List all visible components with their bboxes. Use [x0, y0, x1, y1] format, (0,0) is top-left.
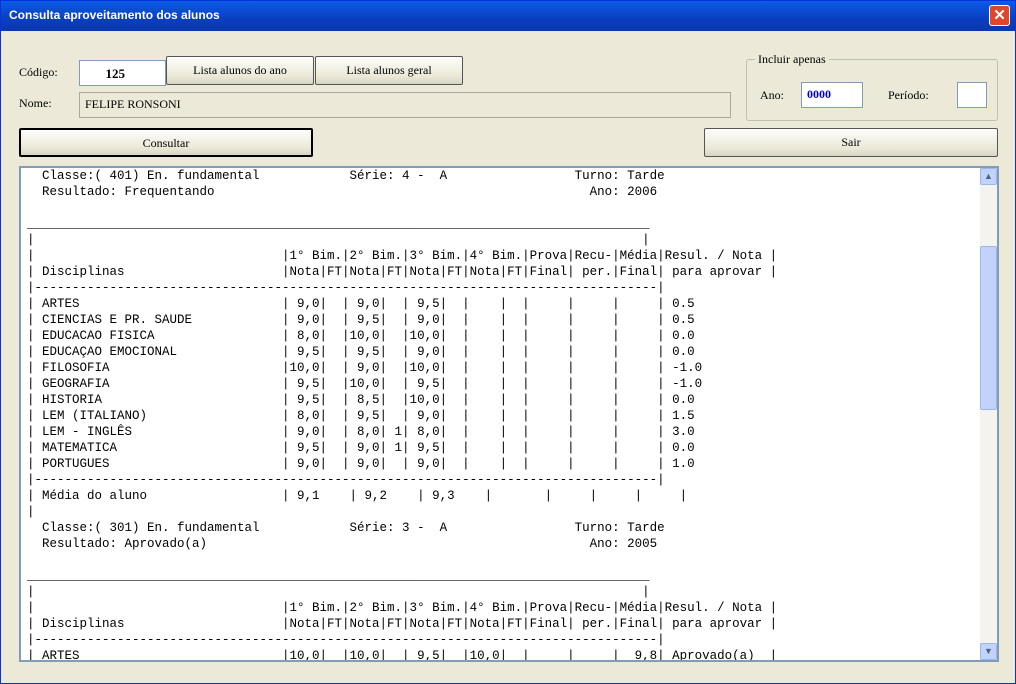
vertical-scrollbar[interactable]: ▲ ▼: [980, 168, 997, 660]
incluir-apenas-title: Incluir apenas: [755, 52, 829, 67]
report-line: | |1° Bim.|2° Bim.|3° Bim.|4° Bim.|Prova…: [27, 249, 778, 263]
report-line: | ARTES |10,0| |10,0| | 9,5| |10,0| | | …: [27, 649, 778, 662]
scroll-down-arrow-icon[interactable]: ▼: [980, 643, 997, 660]
report-line: ________________________________________…: [27, 569, 650, 583]
periodo-input[interactable]: [957, 82, 987, 108]
report-line: | |: [27, 233, 650, 247]
report-line: [27, 552, 777, 568]
report-line: | ARTES | 9,0| | 9,0| | 9,5| | | | | | |…: [27, 297, 695, 311]
close-button[interactable]: ✕: [989, 5, 1010, 26]
report-line: | |1° Bim.|2° Bim.|3° Bim.|4° Bim.|Prova…: [27, 601, 778, 615]
report-line: | EDUCAÇAO EMOCIONAL | 9,5| | 9,5| | 9,0…: [27, 345, 695, 359]
lista-alunos-ano-button[interactable]: Lista alunos do ano: [166, 56, 314, 85]
title-bar: Consulta aproveitamento dos alunos ✕: [1, 1, 1015, 31]
scroll-up-arrow-icon[interactable]: ▲: [980, 168, 997, 185]
report-line: | LEM - INGLÊS | 9,0| | 8,0| 1| 8,0| | |…: [27, 425, 695, 439]
report-text: Classe:( 401) En. fundamental Série: 4 -…: [27, 168, 778, 662]
report-line: [27, 200, 777, 216]
nome-field: FELIPE RONSONI: [79, 92, 731, 118]
periodo-label: Período:: [888, 88, 929, 102]
report-line: | PORTUGUES | 9,0| | 9,0| | 9,0| | | | |…: [27, 457, 695, 471]
report-line: |---------------------------------------…: [27, 633, 665, 647]
report-line: | FILOSOFIA |10,0| | 9,0| |10,0| | | | |…: [27, 361, 703, 375]
lista-alunos-geral-button[interactable]: Lista alunos geral: [315, 56, 463, 85]
report-line: | MATEMATICA | 9,5| | 9,0| 1| 9,5| | | |…: [27, 441, 695, 455]
codigo-label: Código:: [19, 65, 58, 79]
codigo-input[interactable]: 125: [79, 60, 166, 86]
window-body: Código: 125 Lista alunos do ano Lista al…: [4, 31, 1012, 680]
report-line: ________________________________________…: [27, 217, 650, 231]
ano-input[interactable]: 0000: [801, 82, 863, 108]
report-line: |: [27, 505, 35, 519]
report-line: | HISTORIA | 9,5| | 8,5| |10,0| | | | | …: [27, 393, 695, 407]
report-line: | CIENCIAS E PR. SAUDE | 9,0| | 9,5| | 9…: [27, 313, 695, 327]
report-line: | Média do aluno | 9,1 | 9,2 | 9,3 | | |…: [27, 489, 688, 503]
report-line: | |: [27, 585, 650, 599]
report-area[interactable]: Classe:( 401) En. fundamental Série: 4 -…: [19, 166, 999, 662]
report-line: | Disciplinas |Nota|FT|Nota|FT|Nota|FT|N…: [27, 617, 778, 631]
scroll-thumb[interactable]: [980, 246, 997, 410]
ano-label: Ano:: [760, 88, 784, 102]
incluir-apenas-group: Incluir apenas Ano: 0000 Período:: [746, 52, 998, 121]
report-line: Resultado: Aprovado(a) Ano: 2005: [27, 537, 658, 551]
report-line: Classe:( 401) En. fundamental Série: 4 -…: [27, 169, 665, 183]
report-line: |---------------------------------------…: [27, 281, 665, 295]
report-line: | Disciplinas |Nota|FT|Nota|FT|Nota|FT|N…: [27, 265, 778, 279]
consultar-button[interactable]: Consultar: [19, 128, 313, 157]
window-title: Consulta aproveitamento dos alunos: [9, 8, 220, 22]
report-line: | EDUCACAO FISICA | 8,0| |10,0| |10,0| |…: [27, 329, 695, 343]
report-line: |---------------------------------------…: [27, 473, 665, 487]
sair-button[interactable]: Sair: [704, 128, 998, 157]
report-line: | LEM (ITALIANO) | 8,0| | 9,5| | 9,0| | …: [27, 409, 695, 423]
nome-label: Nome:: [19, 96, 52, 110]
report-line: | GEOGRAFIA | 9,5| |10,0| | 9,5| | | | |…: [27, 377, 703, 391]
report-line: Resultado: Frequentando Ano: 2006: [27, 185, 658, 199]
report-line: Classe:( 301) En. fundamental Série: 3 -…: [27, 521, 665, 535]
main-window: Consulta aproveitamento dos alunos ✕ Cód…: [0, 0, 1016, 684]
